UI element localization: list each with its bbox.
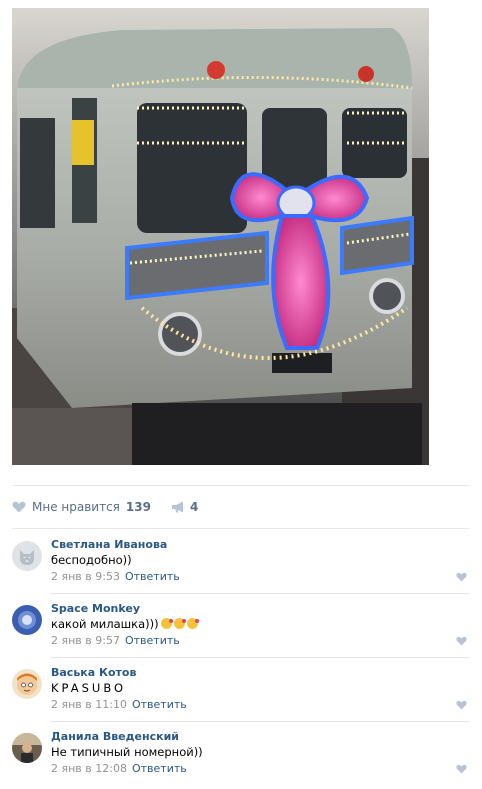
comment-item: Васька Котов KPASUBO 2 янв в 11:10 Ответи… [12,664,469,726]
comment-like-heart-icon[interactable] [456,636,467,646]
photo-avatar-icon [12,733,42,763]
comment-like-heart-icon[interactable] [456,764,467,774]
comment-author[interactable]: Светлана Иванова [51,538,167,551]
avatar[interactable] [12,669,42,699]
reply-link[interactable]: Ответить [125,634,180,647]
reply-link[interactable]: Ответить [125,570,180,583]
comment-author[interactable]: Васька Котов [51,666,136,679]
kiss-emoji-icon [186,618,199,629]
avatar[interactable] [12,605,42,635]
comment-author[interactable]: Space Monkey [51,602,140,615]
default-dog-avatar-icon [12,541,42,571]
reply-link[interactable]: Ответить [132,698,187,711]
kiss-emoji-icon [160,618,173,629]
comment-text-content: какой милашка))) [51,617,159,631]
divider-comment [51,593,469,594]
megaphone-icon [171,501,183,513]
comment-text: Не типичный номерной)) [51,745,203,759]
avatar[interactable] [12,541,42,571]
comment-meta: 2 янв в 9:53 Ответить [51,570,180,583]
heart-icon [12,501,26,513]
comment-like-heart-icon[interactable] [456,700,467,710]
train-photo-image [12,8,429,465]
comment-author[interactable]: Данила Введенский [51,730,179,743]
comment-item: Space Monkey какой милашка))) 2 янв в 9:… [12,600,469,662]
comment-item: Светлана Иванова бесподобно)) 2 янв в 9:… [12,536,469,598]
post-actions: Мне нравится 139 4 [12,496,198,518]
like-count: 139 [125,500,151,514]
share-button[interactable]: 4 [171,500,198,514]
comment-text: KPASUBO [51,681,127,695]
comment-text: какой милашка))) [51,617,199,631]
like-label: Мне нравится [32,500,120,514]
post-photo[interactable] [12,8,429,465]
divider-actions [12,528,469,529]
share-count: 4 [189,500,199,514]
divider-top [12,485,469,486]
comment-meta: 2 янв в 9:57 Ответить [51,634,180,647]
avatar[interactable] [12,733,42,763]
divider-comment [51,657,469,658]
comment-item: Данила Введенский Не типичный номерной))… [12,728,469,789]
kiss-emoji-icon [173,618,186,629]
comment-like-heart-icon[interactable] [456,572,467,582]
comment-date[interactable]: 2 янв в 11:10 [51,698,127,711]
comment-date[interactable]: 2 янв в 9:53 [51,570,120,583]
comment-date[interactable]: 2 янв в 12:08 [51,762,127,775]
reply-link[interactable]: Ответить [132,762,187,775]
like-button[interactable]: Мне нравится 139 [12,500,151,514]
comment-meta: 2 янв в 12:08 Ответить [51,762,187,775]
comment-text: бесподобно)) [51,553,132,567]
divider-comment [51,721,469,722]
space-monkey-avatar-icon [12,605,42,635]
comment-meta: 2 янв в 11:10 Ответить [51,698,187,711]
comment-date[interactable]: 2 янв в 9:57 [51,634,120,647]
cartoon-face-avatar-icon [12,669,42,699]
